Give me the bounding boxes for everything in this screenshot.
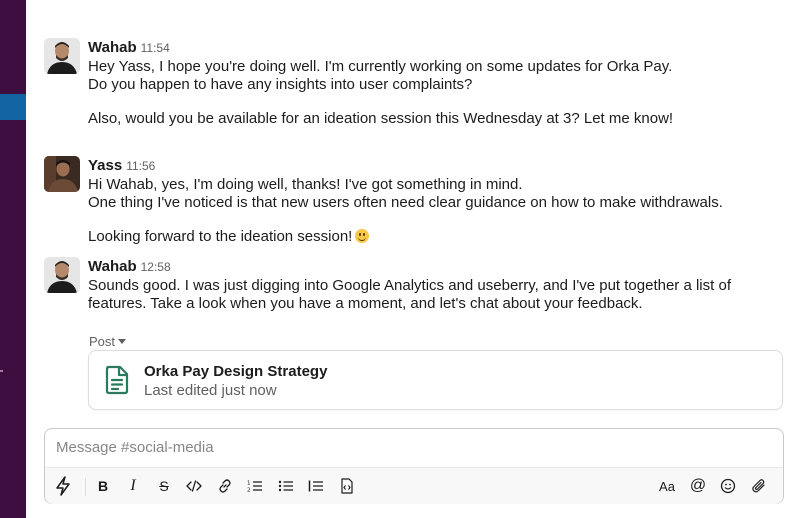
sidebar-active-channel-indicator[interactable] <box>0 94 26 120</box>
message-text: Sounds good. I was just digging into Goo… <box>88 277 731 312</box>
author-name[interactable]: Wahab <box>88 258 137 275</box>
message-1: Wahab 11:54 Hey Yass, I hope you're doing… <box>44 38 784 134</box>
avatar[interactable] <box>44 156 80 192</box>
message-text: Also, would you be available for an idea… <box>88 110 674 127</box>
avatar[interactable] <box>44 257 80 293</box>
message-text-with-emoji: Looking forward to the ideation session! <box>88 228 788 246</box>
emoji-icon[interactable] <box>716 474 740 498</box>
message-text: Do you happen to have any insights into … <box>88 75 473 93</box>
sidebar-marker <box>0 370 3 372</box>
message-input-placeholder: Message #social-media <box>56 439 214 456</box>
bulleted-list-icon[interactable] <box>274 474 298 498</box>
author-name[interactable]: Wahab <box>88 39 137 56</box>
caret-down-icon <box>118 339 127 344</box>
message-text: One thing I've noticed is that new users… <box>88 193 723 211</box>
post-toggle[interactable]: Post <box>89 334 127 349</box>
timestamp[interactable]: 12:58 <box>141 260 171 274</box>
message-text: Looking forward to the ideation session! <box>88 228 353 245</box>
workspace-sidebar <box>0 0 26 518</box>
ordered-list-icon[interactable]: 12 <box>243 474 267 498</box>
shortcuts-lightning-icon[interactable] <box>51 474 75 498</box>
blockquote-icon[interactable] <box>304 474 328 498</box>
timestamp[interactable]: 11:56 <box>126 159 155 173</box>
svg-text:1: 1 <box>247 481 251 487</box>
bold-icon[interactable]: B <box>91 474 115 498</box>
italic-icon[interactable]: I <box>121 474 145 498</box>
svg-text:2: 2 <box>247 488 251 494</box>
author-name[interactable]: Yass <box>88 157 122 174</box>
message-3: Wahab 12:58 Sounds good. I was just diggi… <box>44 257 784 317</box>
post-label: Post <box>89 334 116 349</box>
message-2: Yass 11:56 Hi Wahab, yes, I'm doing well,… <box>44 156 784 252</box>
post-subtitle: Last edited just now <box>144 382 277 399</box>
strikethrough-icon[interactable]: S <box>152 474 176 498</box>
grinning-face-emoji-icon[interactable] <box>355 229 370 243</box>
document-icon <box>105 365 129 395</box>
message-input[interactable]: Message #social-media <box>45 429 783 467</box>
toolbar-divider <box>85 478 86 496</box>
formatting-toolbar: B I S 12 Aa @ <box>45 467 783 504</box>
message-text: Hi Wahab, yes, I'm doing well, thanks! I… <box>88 176 523 193</box>
timestamp[interactable]: 11:54 <box>141 41 170 55</box>
formatting-icon[interactable]: Aa <box>655 474 679 498</box>
avatar[interactable] <box>44 38 80 74</box>
post-card[interactable]: Orka Pay Design Strategy Last edited jus… <box>88 350 783 410</box>
message-text: Hey Yass, I hope you're doing well. I'm … <box>88 58 673 75</box>
post-title[interactable]: Orka Pay Design Strategy <box>144 363 327 380</box>
code-icon[interactable] <box>182 474 206 498</box>
link-icon[interactable] <box>213 474 237 498</box>
mention-icon[interactable]: @ <box>686 474 710 498</box>
code-block-icon[interactable] <box>335 474 359 498</box>
attachment-icon[interactable] <box>747 474 771 498</box>
message-composer: Message #social-media B I S 12 Aa @ <box>44 428 784 504</box>
